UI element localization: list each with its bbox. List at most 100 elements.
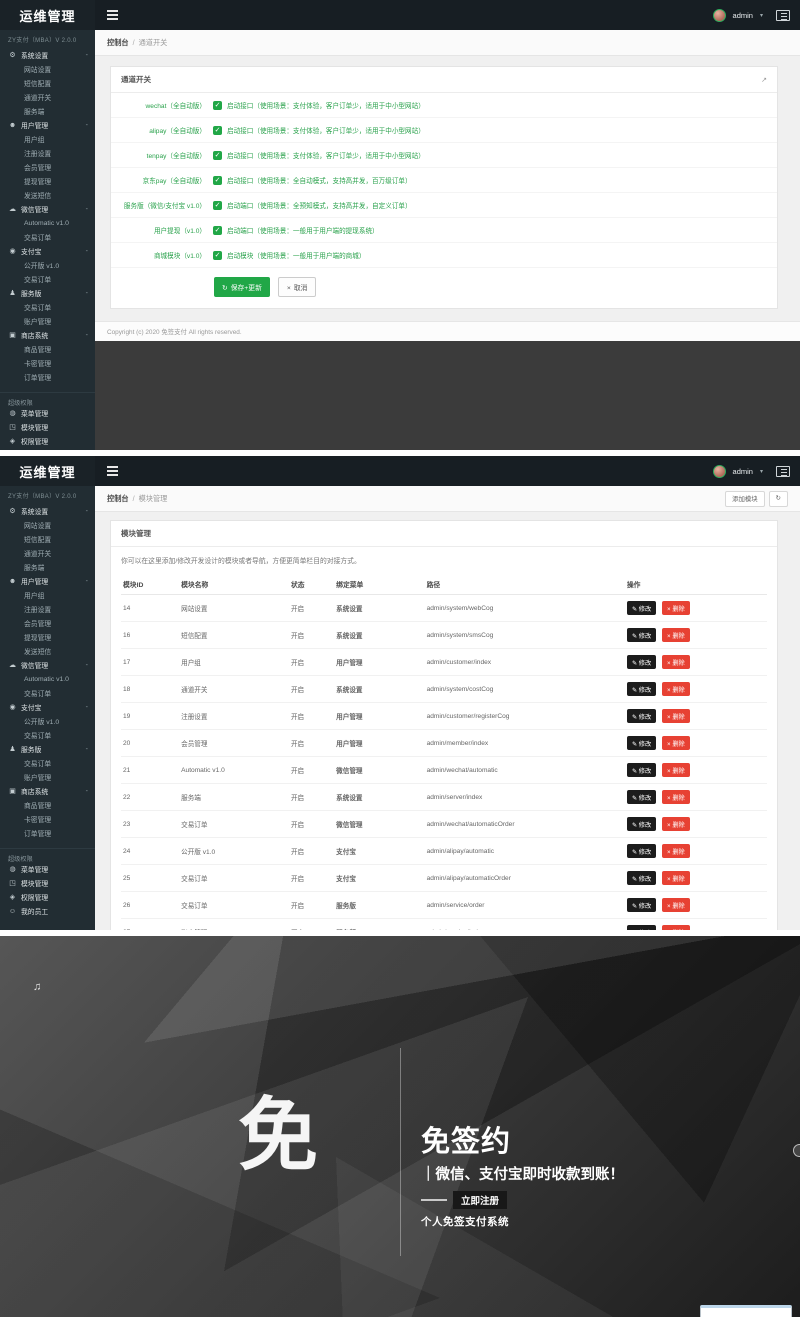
edit-button[interactable]: ✎ 修改 bbox=[626, 763, 657, 777]
edit-button[interactable]: ✎ 修改 bbox=[626, 871, 657, 885]
user-avatar[interactable] bbox=[712, 464, 726, 478]
sidebar-item[interactable]: ◳ 模块管理 bbox=[0, 876, 95, 890]
user-avatar[interactable] bbox=[712, 8, 726, 22]
sidebar-item[interactable]: ☺ 我的员工 bbox=[0, 448, 95, 450]
delete-button[interactable]: × 删除 bbox=[661, 601, 690, 615]
refresh-button[interactable]: ↻ bbox=[768, 490, 788, 507]
sidebar-item[interactable]: ◉ 支付宝 - bbox=[0, 700, 95, 714]
sidebar-item[interactable]: ◳ 模块管理 bbox=[0, 420, 95, 434]
channel-checkbox[interactable]: ✓ bbox=[213, 175, 222, 185]
hamburger-menu-icon[interactable] bbox=[95, 0, 129, 30]
bound-menu-link[interactable]: 系统设置 bbox=[334, 621, 425, 649]
sidebar-item[interactable]: 提现管理 bbox=[0, 174, 95, 188]
register-button[interactable]: 立即注册 bbox=[453, 1191, 508, 1209]
delete-button[interactable]: × 删除 bbox=[661, 925, 690, 930]
sidebar-item[interactable]: ♟ 服务版 - bbox=[0, 742, 95, 756]
sidebar-item[interactable]: 账户管理 bbox=[0, 770, 95, 784]
edit-button[interactable]: ✎ 修改 bbox=[626, 817, 657, 831]
sidebar-item[interactable]: 服务端 bbox=[0, 104, 95, 118]
sidebar-item[interactable]: 交易订单 bbox=[0, 300, 95, 314]
edit-button[interactable]: ✎ 修改 bbox=[626, 682, 657, 696]
edge-widget-dot[interactable] bbox=[793, 1144, 800, 1157]
sidebar-item[interactable]: 公开版 v1.0 bbox=[0, 714, 95, 728]
sidebar-item[interactable]: 通道开关 bbox=[0, 546, 95, 560]
edit-button[interactable]: ✎ 修改 bbox=[626, 736, 657, 750]
sidebar-item[interactable]: 商品管理 bbox=[0, 798, 95, 812]
delete-button[interactable]: × 删除 bbox=[661, 628, 690, 642]
bound-menu-link[interactable]: 系统设置 bbox=[334, 783, 425, 811]
edit-button[interactable]: ✎ 修改 bbox=[626, 844, 657, 858]
sidebar-item[interactable]: 订单管理 bbox=[0, 826, 95, 840]
bound-menu-link[interactable]: 用户管理 bbox=[334, 648, 425, 676]
save-button[interactable]: ↻ 保存+更新 bbox=[214, 277, 270, 297]
breadcrumb-root[interactable]: 控制台 bbox=[107, 38, 129, 48]
sidebar-item[interactable]: 通道开关 bbox=[0, 90, 95, 104]
bound-menu-link[interactable]: 系统设置 bbox=[334, 594, 425, 622]
user-menu[interactable]: admin bbox=[733, 467, 753, 476]
channel-checkbox[interactable]: ✓ bbox=[213, 150, 222, 160]
delete-button[interactable]: × 删除 bbox=[661, 682, 690, 696]
sidebar-item[interactable]: ▣ 商店系统 - bbox=[0, 328, 95, 342]
add-module-button[interactable]: 添加模块 bbox=[725, 490, 765, 507]
bound-menu-link[interactable]: 微信管理 bbox=[334, 756, 425, 784]
sidebar-item[interactable]: 网站设置 bbox=[0, 62, 95, 76]
sidebar-item[interactable]: Automatic v1.0 bbox=[0, 216, 95, 230]
sidebar-item[interactable]: 会员管理 bbox=[0, 160, 95, 174]
delete-button[interactable]: × 删除 bbox=[661, 898, 690, 912]
sidebar-item[interactable]: 超级权限 bbox=[0, 392, 95, 407]
delete-button[interactable]: × 删除 bbox=[661, 817, 690, 831]
sidebar-item[interactable]: ▣ 商店系统 - bbox=[0, 784, 95, 798]
delete-button[interactable]: × 删除 bbox=[661, 709, 690, 723]
sidebar-item[interactable]: ⚙ 系统设置 - bbox=[0, 504, 95, 518]
sidebar-item[interactable]: 发送短信 bbox=[0, 188, 95, 202]
sidebar-item[interactable]: 交易订单 bbox=[0, 686, 95, 700]
channel-checkbox[interactable]: ✓ bbox=[213, 200, 222, 210]
sidebar-item[interactable]: 短信配置 bbox=[0, 76, 95, 90]
sidebar-toggle-icon[interactable] bbox=[776, 9, 790, 21]
edit-button[interactable]: ✎ 修改 bbox=[626, 601, 657, 615]
sidebar-item[interactable]: 卡密管理 bbox=[0, 812, 95, 826]
edit-button[interactable]: ✎ 修改 bbox=[626, 655, 657, 669]
cancel-button[interactable]: × 取消 bbox=[277, 277, 317, 297]
edit-button[interactable]: ✎ 修改 bbox=[626, 898, 657, 912]
sidebar-item[interactable]: 卡密管理 bbox=[0, 356, 95, 370]
sidebar-item[interactable]: 超级权限 bbox=[0, 848, 95, 863]
sidebar-item[interactable]: 注册设置 bbox=[0, 146, 95, 160]
bound-menu-link[interactable]: 服务版 bbox=[334, 891, 425, 919]
edit-button[interactable]: ✎ 修改 bbox=[626, 790, 657, 804]
bound-menu-link[interactable]: 支付宝 bbox=[334, 864, 425, 892]
sidebar-item[interactable]: ◈ 权限管理 bbox=[0, 434, 95, 448]
chat-widget[interactable] bbox=[700, 1305, 792, 1317]
sidebar-item[interactable]: ◉ 支付宝 - bbox=[0, 244, 95, 258]
delete-button[interactable]: × 删除 bbox=[661, 736, 690, 750]
sidebar-item[interactable]: Automatic v1.0 bbox=[0, 672, 95, 686]
sidebar-item[interactable]: ◍ 菜单管理 bbox=[0, 862, 95, 876]
sidebar-item[interactable]: 发送短信 bbox=[0, 644, 95, 658]
delete-button[interactable]: × 删除 bbox=[661, 871, 690, 885]
bound-menu-link[interactable]: 系统设置 bbox=[334, 675, 425, 703]
sidebar-item[interactable]: 短信配置 bbox=[0, 532, 95, 546]
channel-checkbox[interactable]: ✓ bbox=[213, 250, 222, 260]
edit-button[interactable]: ✎ 修改 bbox=[626, 925, 657, 930]
sidebar-item[interactable]: ☁ 微信管理 - bbox=[0, 202, 95, 216]
sidebar-item[interactable]: 交易订单 bbox=[0, 756, 95, 770]
edit-button[interactable]: ✎ 修改 bbox=[626, 628, 657, 642]
delete-button[interactable]: × 删除 bbox=[661, 790, 690, 804]
sidebar-item[interactable]: 用户组 bbox=[0, 132, 95, 146]
sidebar-item[interactable]: ♟ 服务版 - bbox=[0, 286, 95, 300]
delete-button[interactable]: × 删除 bbox=[661, 844, 690, 858]
edit-button[interactable]: ✎ 修改 bbox=[626, 709, 657, 723]
channel-checkbox[interactable]: ✓ bbox=[213, 125, 222, 135]
sidebar-item[interactable]: ◈ 权限管理 bbox=[0, 890, 95, 904]
delete-button[interactable]: × 删除 bbox=[661, 655, 690, 669]
sidebar-toggle-icon[interactable] bbox=[776, 465, 790, 477]
sidebar-item[interactable]: 交易订单 bbox=[0, 272, 95, 286]
sidebar-item[interactable]: 订单管理 bbox=[0, 370, 95, 384]
bound-menu-link[interactable]: 用户管理 bbox=[334, 702, 425, 730]
sidebar-item[interactable]: ☻ 用户管理 - bbox=[0, 118, 95, 132]
sidebar-item[interactable]: 服务端 bbox=[0, 560, 95, 574]
expand-icon[interactable]: ↗ bbox=[761, 76, 767, 84]
sidebar-item[interactable]: 网站设置 bbox=[0, 518, 95, 532]
channel-checkbox[interactable]: ✓ bbox=[213, 100, 222, 110]
user-menu[interactable]: admin bbox=[733, 11, 753, 20]
